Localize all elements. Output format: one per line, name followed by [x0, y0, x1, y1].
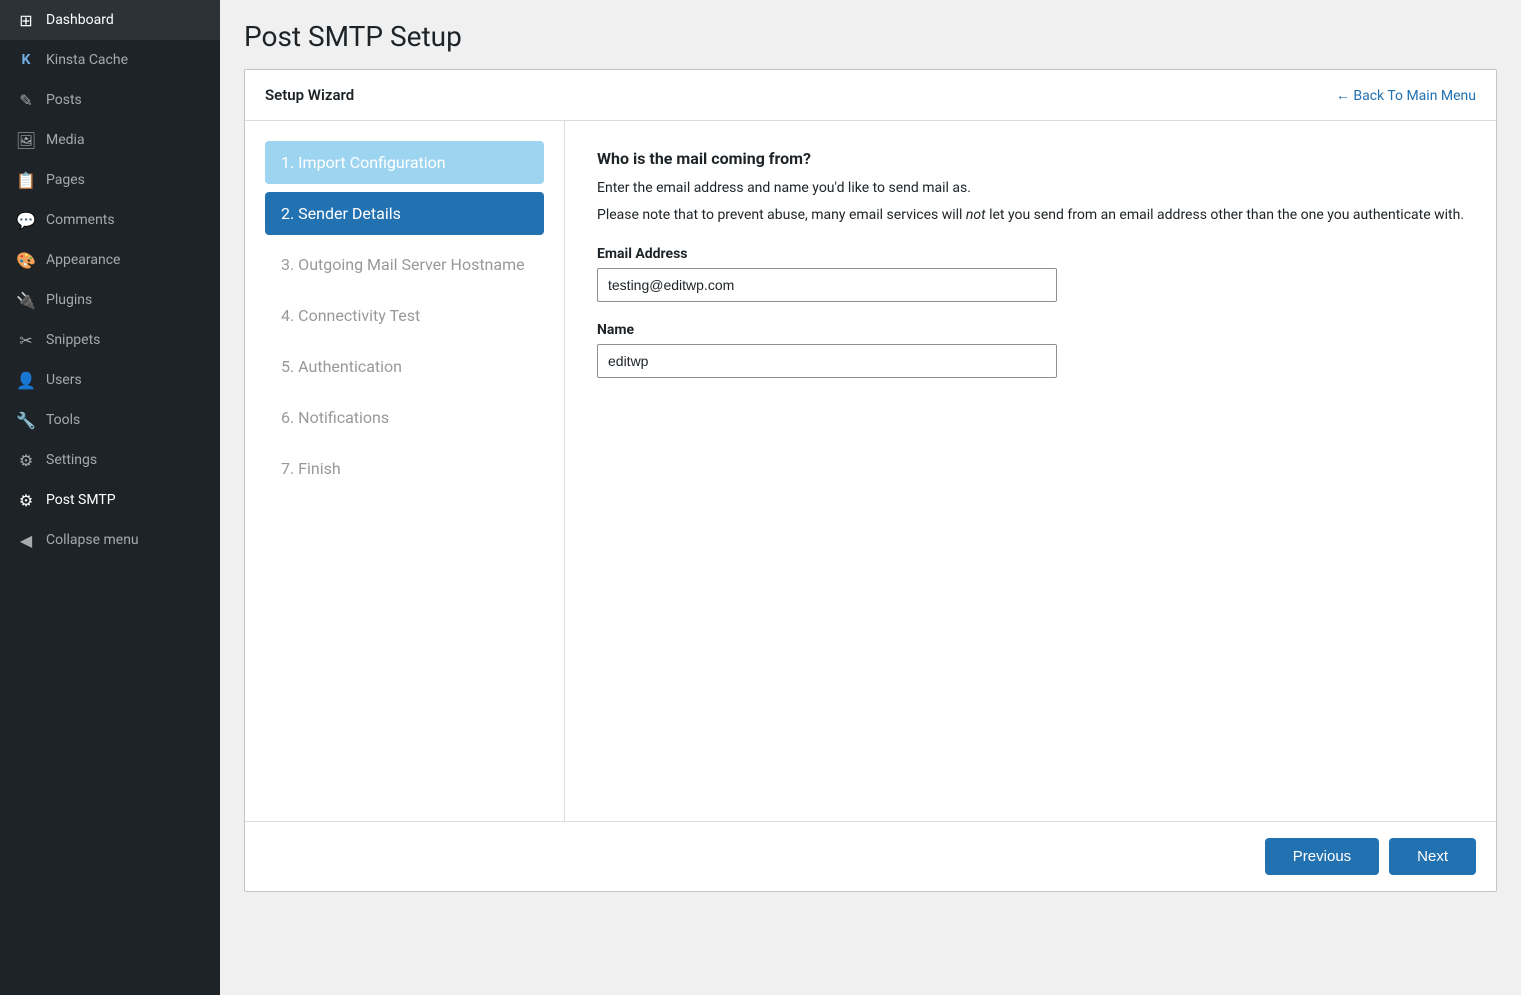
dashboard-icon: ⊞ [16, 10, 36, 30]
name-label: Name [597, 322, 1464, 338]
step-outgoing-mail[interactable]: 3. Outgoing Mail Server Hostname [265, 243, 544, 286]
sidebar-item-label: Post SMTP [46, 492, 116, 508]
sidebar-item-label: Dashboard [46, 12, 114, 28]
step-1-label: 1. Import Configuration [281, 153, 446, 172]
name-field-group: Name [597, 322, 1464, 378]
email-field-group: Email Address [597, 246, 1464, 302]
sidebar-item-label: Media [46, 132, 85, 148]
setup-card: Setup Wizard ← Back To Main Menu 1. Impo… [244, 69, 1497, 892]
step-3-label: 3. Outgoing Mail Server Hostname [281, 255, 525, 274]
collapse-icon: ◀ [16, 530, 36, 550]
main-content: Post SMTP Setup Setup Wizard ← Back To M… [220, 0, 1521, 995]
content-area: Who is the mail coming from? Enter the e… [565, 121, 1496, 821]
sidebar-item-tools[interactable]: 🔧 Tools [0, 400, 220, 440]
sidebar-item-label: Posts [46, 92, 82, 108]
card-header: Setup Wizard ← Back To Main Menu [245, 70, 1496, 121]
sidebar-item-label: Comments [46, 212, 115, 228]
sidebar-item-media[interactable]: 🖼 Media [0, 120, 220, 160]
sidebar-item-dashboard[interactable]: ⊞ Dashboard [0, 0, 220, 40]
posts-icon: ✎ [16, 90, 36, 110]
section-title: Who is the mail coming from? [597, 149, 1464, 168]
sidebar-item-users[interactable]: 👤 Users [0, 360, 220, 400]
step-authentication[interactable]: 5. Authentication [265, 345, 544, 388]
desc-2-after: let you send from an email address other… [986, 207, 1464, 223]
settings-icon: ⚙ [16, 450, 36, 470]
sidebar-item-label: Collapse menu [46, 532, 139, 548]
desc-1: Enter the email address and name you'd l… [597, 178, 1464, 199]
step-2-label: 2. Sender Details [281, 204, 401, 223]
step-7-label: 7. Finish [281, 459, 341, 478]
back-to-main-menu-link[interactable]: ← Back To Main Menu [1336, 87, 1476, 104]
sidebar-item-label: Kinsta Cache [46, 52, 128, 68]
sidebar-item-pages[interactable]: 📋 Pages [0, 160, 220, 200]
step-import-configuration[interactable]: 1. Import Configuration [265, 141, 544, 184]
desc-2: Please note that to prevent abuse, many … [597, 205, 1464, 226]
appearance-icon: 🎨 [16, 250, 36, 270]
card-footer: Previous Next [245, 821, 1496, 891]
card-body: 1. Import Configuration 2. Sender Detail… [245, 121, 1496, 821]
step-6-label: 6. Notifications [281, 408, 389, 427]
sidebar-item-comments[interactable]: 💬 Comments [0, 200, 220, 240]
sidebar-item-label: Settings [46, 452, 97, 468]
previous-button[interactable]: Previous [1265, 838, 1379, 875]
sidebar-item-label: Users [46, 372, 82, 388]
sidebar-item-post-smtp[interactable]: ⚙ Post SMTP [0, 480, 220, 520]
step-4-label: 4. Connectivity Test [281, 306, 420, 325]
desc-2-before: Please note that to prevent abuse, many … [597, 207, 966, 223]
sidebar-item-label: Pages [46, 172, 85, 188]
step-sender-details[interactable]: 2. Sender Details [265, 192, 544, 235]
email-label: Email Address [597, 246, 1464, 262]
sidebar-item-label: Tools [46, 412, 80, 428]
sidebar-item-plugins[interactable]: 🔌 Plugins [0, 280, 220, 320]
sidebar-item-posts[interactable]: ✎ Posts [0, 80, 220, 120]
comments-icon: 💬 [16, 210, 36, 230]
sidebar-item-label: Snippets [46, 332, 100, 348]
next-button[interactable]: Next [1389, 838, 1476, 875]
setup-wizard-title: Setup Wizard [265, 86, 354, 104]
sidebar-item-settings[interactable]: ⚙ Settings [0, 440, 220, 480]
sidebar: ⊞ Dashboard K Kinsta Cache ✎ Posts 🖼 Med… [0, 0, 220, 995]
sidebar-item-collapse-menu[interactable]: ◀ Collapse menu [0, 520, 220, 560]
post-smtp-icon: ⚙ [16, 490, 36, 510]
kinsta-icon: K [16, 50, 36, 70]
sidebar-item-label: Plugins [46, 292, 92, 308]
step-finish[interactable]: 7. Finish [265, 447, 544, 490]
page-title: Post SMTP Setup [244, 20, 1497, 53]
pages-icon: 📋 [16, 170, 36, 190]
media-icon: 🖼 [16, 130, 36, 150]
users-icon: 👤 [16, 370, 36, 390]
email-input[interactable] [597, 268, 1057, 302]
name-input[interactable] [597, 344, 1057, 378]
snippets-icon: ✂ [16, 330, 36, 350]
tools-icon: 🔧 [16, 410, 36, 430]
step-connectivity-test[interactable]: 4. Connectivity Test [265, 294, 544, 337]
steps-sidebar: 1. Import Configuration 2. Sender Detail… [245, 121, 565, 821]
step-notifications[interactable]: 6. Notifications [265, 396, 544, 439]
plugins-icon: 🔌 [16, 290, 36, 310]
sidebar-item-appearance[interactable]: 🎨 Appearance [0, 240, 220, 280]
sidebar-item-snippets[interactable]: ✂ Snippets [0, 320, 220, 360]
step-5-label: 5. Authentication [281, 357, 402, 376]
sidebar-item-label: Appearance [46, 252, 120, 268]
sidebar-item-kinsta-cache[interactable]: K Kinsta Cache [0, 40, 220, 80]
desc-2-italic: not [966, 207, 986, 223]
